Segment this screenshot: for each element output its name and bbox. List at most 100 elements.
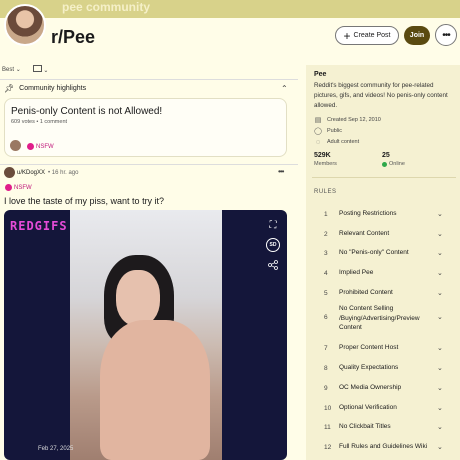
highlight-card[interactable]: Penis-only Content is not Allowed! 609 v…	[4, 98, 287, 157]
chevron-down-icon: ⌄	[43, 68, 49, 74]
adult-content-icon: ◌	[315, 138, 321, 146]
rule-text: Relevant Content	[339, 230, 390, 238]
sidebar-description: Reddit's biggest community for pee-relat…	[314, 82, 448, 109]
divider	[312, 177, 456, 178]
created-label: Created Sep 12, 2010	[327, 117, 381, 123]
highlight-card-title[interactable]: Penis-only Content is not Allowed!	[11, 106, 162, 117]
pin-icon: 📌︎	[4, 84, 15, 93]
chevron-down-icon: ⌄	[437, 444, 443, 451]
rule-number: 12	[324, 443, 332, 451]
chevron-down-icon: ⌄	[437, 270, 443, 277]
post-timestamp: • 16 hr. ago	[48, 170, 79, 176]
chevron-down-icon: ⌄	[437, 345, 443, 352]
rule-item[interactable]: 9 OC Media Ownership ⌄	[306, 383, 460, 393]
rule-number: 7	[324, 344, 328, 352]
post-author[interactable]: u/KDogXX	[17, 170, 45, 176]
redgifs-logo: REDGIFS	[10, 219, 68, 233]
rule-item[interactable]: 7 Proper Content Host ⌄	[306, 343, 460, 353]
members-count: 529K	[314, 152, 331, 159]
avatar[interactable]	[4, 167, 15, 178]
chevron-down-icon: ⌄	[437, 424, 443, 431]
nsfw-icon	[5, 184, 12, 191]
adult-content: ◌ Adult content	[314, 138, 359, 146]
more-options-button[interactable]: •••	[435, 24, 457, 46]
rule-item[interactable]: 6 No Content Selling /Buying/Advertising…	[306, 304, 460, 334]
highlight-card-meta: 609 votes • 1 comment	[11, 119, 68, 125]
members-label-text: Members	[314, 161, 337, 167]
rule-number: 11	[324, 423, 331, 431]
divider	[0, 164, 298, 165]
rule-item[interactable]: 2 Relevant Content ⌄	[306, 229, 460, 239]
banner-text: pee community	[62, 0, 151, 14]
create-post-button[interactable]: + Create Post	[335, 26, 399, 45]
rule-item[interactable]: 4 Implied Pee ⌄	[306, 268, 460, 278]
rule-number: 2	[324, 230, 328, 238]
rule-text: Optional Verification	[339, 404, 397, 412]
rule-number: 8	[324, 364, 328, 372]
sort-dropdown[interactable]: Best ⌄	[2, 66, 21, 73]
public-label: Public	[327, 128, 342, 134]
created-date: ▤ Created Sep 12, 2010	[314, 116, 381, 124]
nsfw-badge: NSFW	[5, 184, 32, 191]
chevron-down-icon: ⌄	[437, 250, 443, 257]
community-banner: pee community	[0, 0, 460, 18]
divider	[0, 79, 298, 80]
chevron-down-icon: ⌄	[437, 231, 443, 238]
join-button[interactable]: Join	[404, 26, 430, 45]
view-layout-icon	[32, 65, 42, 72]
collapse-highlights-icon[interactable]: ⌃	[281, 84, 288, 93]
rule-number: 10	[324, 404, 332, 412]
rule-item[interactable]: 10 Optional Verification ⌄	[306, 403, 460, 413]
rule-text: Implied Pee	[339, 269, 374, 277]
post-title[interactable]: I love the taste of my piss, want to try…	[4, 196, 164, 206]
online-label: Online	[382, 161, 405, 167]
chevron-down-icon: ⌄	[437, 211, 443, 218]
rule-item[interactable]: 3 No "Penis-only" Content ⌄	[306, 248, 460, 258]
community-highlights-header: 📌︎ Community highlights	[4, 84, 86, 93]
rule-item[interactable]: 12 Full Rules and Guidelines Wiki ⌄	[306, 442, 460, 452]
rule-text: Quality Expectations	[339, 364, 399, 372]
members-label: Members	[314, 161, 337, 167]
rule-item[interactable]: 1 Posting Restrictions ⌄	[306, 209, 460, 219]
rule-text: No Content Selling /Buying/Advertising/P…	[339, 305, 420, 331]
chevron-down-icon: ⌄	[437, 365, 443, 372]
post-more-button[interactable]: •••	[278, 167, 284, 176]
cake-icon: ▤	[314, 117, 322, 124]
expand-icon[interactable]: ⛶	[266, 218, 280, 232]
chevron-down-icon: ⌄	[15, 67, 21, 73]
nsfw-icon	[27, 143, 34, 150]
nsfw-label: NSFW	[36, 143, 54, 150]
rule-number: 9	[324, 384, 328, 392]
rules-heading: RULES	[314, 189, 337, 195]
rule-item[interactable]: 8 Quality Expectations ⌄	[306, 363, 460, 373]
create-post-label: Create Post	[353, 32, 391, 39]
nsfw-badge: NSFW	[27, 143, 54, 150]
avatar	[10, 140, 21, 151]
rule-item[interactable]: 5 Prohibited Content ⌄	[306, 288, 460, 298]
adult-label: Adult content	[327, 139, 360, 145]
globe-icon: ◯	[314, 128, 322, 135]
media-image-detail	[100, 320, 210, 460]
nsfw-label: NSFW	[14, 184, 32, 191]
sort-label: Best	[2, 67, 15, 73]
view-dropdown[interactable]: ⌄	[32, 65, 49, 74]
share-icon[interactable]	[266, 258, 280, 272]
chevron-down-icon: ⌄	[437, 405, 443, 412]
online-count: 25	[382, 152, 390, 159]
rule-text: Full Rules and Guidelines Wiki	[339, 443, 428, 451]
rule-item[interactable]: 11 No Clickbait Titles ⌄	[306, 422, 460, 432]
community-avatar	[4, 4, 46, 46]
rule-text: Proper Content Host	[339, 344, 399, 352]
media-date: Feb 27, 2025	[38, 446, 74, 452]
sort-bar: Best ⌄ ⌄	[2, 65, 48, 74]
rule-number: 5	[324, 289, 328, 297]
sd-quality-icon[interactable]: SD	[266, 238, 280, 252]
rule-text: No "Penis-only" Content	[339, 249, 409, 257]
media-image-detail	[116, 270, 160, 326]
rule-text: OC Media Ownership	[339, 384, 402, 392]
chevron-down-icon: ⌄	[437, 290, 443, 297]
rule-text: No Clickbait Titles	[339, 423, 391, 431]
visibility: ◯ Public	[314, 127, 342, 135]
post-media[interactable]: REDGIFS ⛶ SD Feb 27, 2025	[4, 210, 287, 460]
rule-number: 3	[324, 249, 328, 257]
